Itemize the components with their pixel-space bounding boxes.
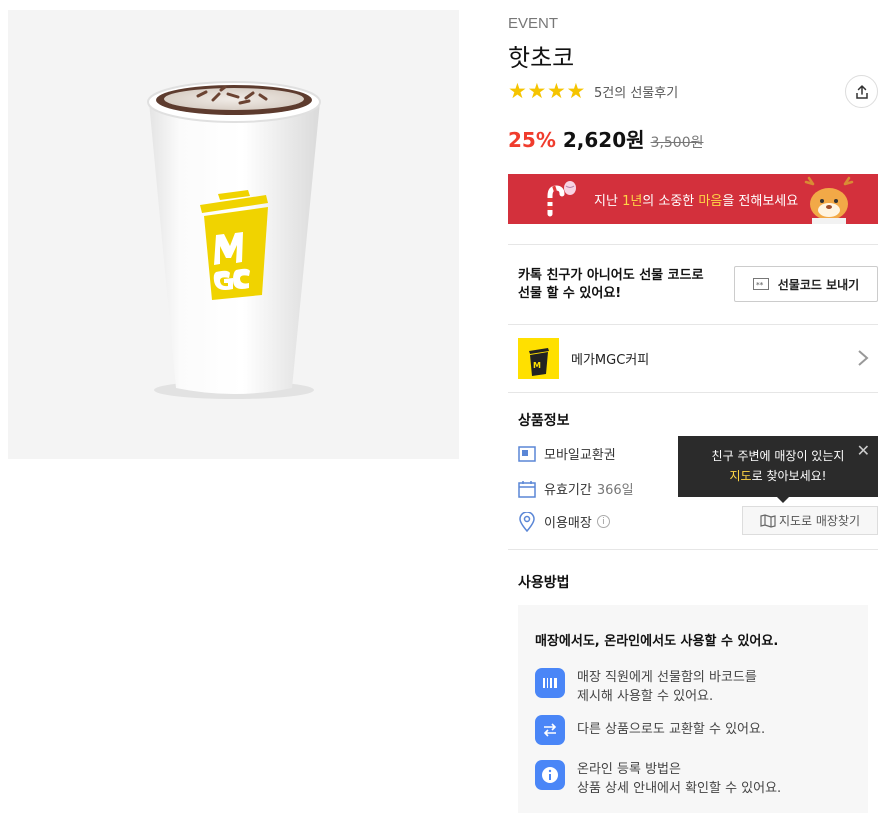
product-title: 핫초코 [508, 44, 575, 72]
share-button[interactable] [845, 75, 878, 108]
discount-rate: 25% [508, 128, 556, 152]
star-icon: ★ [566, 79, 586, 103]
price-row: 25% 2,620원 3,500원 [508, 124, 704, 153]
mgc-logo-icon: M [529, 348, 549, 376]
divider [508, 392, 878, 393]
usage-item: 온라인 등록 방법은 상품 상세 안내에서 확인할 수 있어요. [535, 760, 781, 798]
banner-text: 지난 1년의 소중한 마음을 전해보세요 [594, 194, 799, 209]
svg-text:M: M [533, 361, 541, 370]
product-info-title: 상품정보 [518, 413, 570, 429]
divider [508, 549, 878, 550]
send-gift-code-button[interactable]: ** 선물코드 보내기 [734, 266, 878, 302]
info-icon [535, 760, 565, 790]
usage-title: 사용방법 [518, 575, 570, 591]
find-store-on-map-button[interactable]: 지도로 매장찾기 [742, 506, 878, 535]
usage-item: 다른 상품으로도 교환할 수 있어요. [535, 715, 765, 745]
gift-code-icon: ** [752, 278, 769, 290]
chevron-right-icon [858, 350, 869, 366]
validity-row: 유효기간 366일 [518, 479, 634, 498]
product-image [8, 10, 459, 459]
store-row: 이용매장 i [518, 511, 610, 532]
share-icon [855, 84, 868, 99]
hot-chocolate-cup-illustration [147, 81, 321, 399]
candy-cane-icon [547, 185, 565, 217]
voucher-type-row: 모바일교환권 [518, 444, 616, 463]
voucher-icon [518, 445, 536, 463]
ornament-icon [564, 181, 576, 195]
rating-stars: ★ ★ ★ ★ [508, 80, 586, 102]
review-count-link[interactable]: 5건의 선물후기 [594, 82, 678, 101]
original-price: 3,500원 [650, 135, 704, 151]
brand-link[interactable]: M 메가MGC커피 [508, 325, 878, 392]
close-icon[interactable]: ✕ [857, 443, 870, 459]
gift-code-section: 카톡 친구가 아니어도 선물 코드로 선물 할 수 있어요! ** 선물코드 보… [508, 245, 878, 325]
rating-row[interactable]: ★ ★ ★ ★ 5건의 선물후기 [508, 80, 678, 102]
gift-code-description: 카톡 친구가 아니어도 선물 코드로 선물 할 수 있어요! [518, 268, 704, 301]
calendar-icon [518, 480, 536, 498]
usage-headline: 매장에서도, 온라인에서도 사용할 수 있어요. [535, 634, 779, 649]
reindeer-character-icon [804, 176, 854, 224]
sale-price: 2,620원 [562, 128, 645, 152]
promo-banner[interactable]: 지난 1년의 소중한 마음을 전해보세요 [508, 174, 878, 224]
map-tooltip: 친구 주변에 매장이 있는지 지도로 찾아보세요! ✕ [678, 436, 878, 503]
star-icon: ★ [508, 79, 527, 103]
product-detail-page: EVENT 핫초코 ★ ★ ★ ★ 5건의 선물후기 25% 2,620원 3,… [0, 0, 887, 813]
exchange-icon [535, 715, 565, 745]
map-icon [760, 513, 776, 528]
star-icon: ★ [527, 79, 547, 103]
svg-text:**: ** [756, 281, 764, 289]
usage-item: 매장 직원에게 선물함의 바코드를 제시해 사용할 수 있어요. [535, 668, 757, 706]
usage-guide-box: 매장에서도, 온라인에서도 사용할 수 있어요. 매장 직원에게 선물함의 바코… [518, 605, 868, 813]
brand-name: 메가MGC커피 [571, 353, 650, 368]
star-icon: ★ [547, 79, 566, 103]
event-label: EVENT [508, 15, 559, 32]
brand-logo: M [518, 338, 559, 379]
barcode-icon [535, 668, 565, 698]
info-circle-icon[interactable]: i [596, 515, 610, 528]
location-pin-icon [518, 511, 536, 532]
